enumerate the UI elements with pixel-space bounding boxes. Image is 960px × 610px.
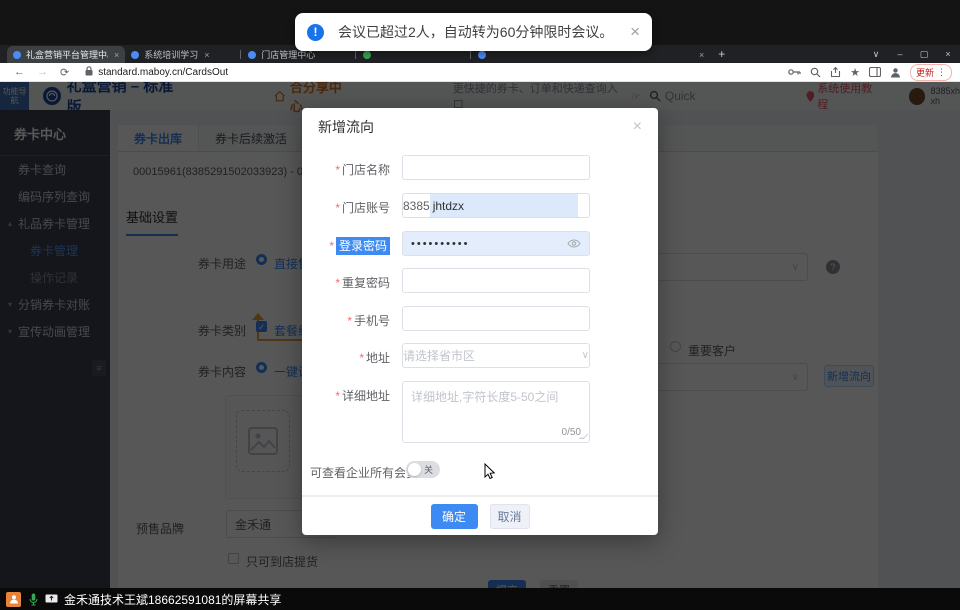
detail-address-textarea[interactable]: 详细地址,字符长度5-50之间 0/50 <box>402 381 590 443</box>
char-counter: 0/50 <box>562 427 581 438</box>
side-panel-icon[interactable] <box>869 67 881 77</box>
mouse-cursor <box>484 463 496 480</box>
password-dots: •••••••••• <box>403 238 470 250</box>
share-bar-text: 金禾通技术王斌18662591081的屏幕共享 <box>64 591 281 608</box>
notification-text: 会议已超过2人，自动转为60分钟限时会议。 <box>338 22 613 42</box>
store-name-input[interactable] <box>402 155 590 180</box>
favicon <box>13 51 21 59</box>
browser-tab-1[interactable]: 礼盒营销平台管理中心 × <box>7 46 125 63</box>
tab-close-icon[interactable]: × <box>114 50 119 60</box>
more-menu-icon[interactable]: ⋮ <box>937 67 946 78</box>
modal-close-icon[interactable]: × <box>633 118 642 136</box>
member-toggle-switch[interactable]: 关 <box>406 461 440 478</box>
window-controls: ∨ – ▢ × <box>864 45 960 63</box>
address-select[interactable]: 请选择省市区 ∨ <box>402 343 590 368</box>
profile-icon[interactable] <box>890 67 901 78</box>
screen-share-bar: 金禾通技术王斌18662591081的屏幕共享 <box>0 588 960 610</box>
favicon <box>478 51 486 59</box>
notification-close-icon[interactable]: × <box>630 22 640 42</box>
share-avatar-icon <box>6 592 21 607</box>
repeat-password-label: *重复密码 <box>280 274 390 291</box>
chevron-down-icon: ∨ <box>582 350 589 361</box>
repeat-password-input[interactable] <box>402 268 590 293</box>
zoom-icon[interactable] <box>810 67 821 78</box>
detail-address-placeholder: 详细地址,字符长度5-50之间 <box>411 390 558 404</box>
url-text[interactable]: standard.maboy.cn/CardsOut <box>98 67 228 78</box>
chrome-update-button[interactable]: 更新 ⋮ <box>910 64 952 81</box>
window-close-icon[interactable]: × <box>936 45 960 63</box>
browser-tab-2[interactable]: 系统培训学习 × <box>125 46 239 63</box>
account-prefix: 8385 <box>403 199 430 213</box>
phone-label: *手机号 <box>280 312 390 329</box>
window-minimize-icon[interactable]: – <box>888 45 912 63</box>
modal-header: 新增流向 × <box>302 108 658 146</box>
meeting-notification: ! 会议已超过2人，自动转为60分钟限时会议。 × <box>295 13 652 51</box>
microphone-icon <box>29 593 38 606</box>
screen-share-icon <box>45 594 58 604</box>
detail-address-label: *详细地址 <box>280 387 390 404</box>
favicon <box>248 51 256 59</box>
info-icon: ! <box>307 24 324 41</box>
account-value: jhtdzx <box>430 194 578 217</box>
share-icon[interactable] <box>830 67 841 78</box>
account-input[interactable]: 8385 jhtdzx <box>402 193 590 218</box>
browser-url-bar: ← → ⟳ standard.maboy.cn/CardsOut ★ 更新 ⋮ <box>0 63 960 82</box>
modal-footer: 确定 取消 <box>302 495 658 535</box>
eye-icon[interactable] <box>567 237 581 251</box>
modal-title: 新增流向 <box>318 117 374 137</box>
account-label: *门店账号 <box>280 199 390 216</box>
phone-input[interactable] <box>402 306 590 331</box>
password-input[interactable]: •••••••••• <box>402 231 590 256</box>
favicon <box>363 51 371 59</box>
add-flow-modal: 新增流向 × *门店名称 *门店账号 8385 jhtdzx *登录密码 •••… <box>302 108 658 535</box>
member-toggle-label: 可查看企业所有会员 <box>310 464 418 481</box>
bookmark-star-icon[interactable]: ★ <box>850 66 860 79</box>
forward-icon[interactable]: → <box>37 66 48 78</box>
store-name-label: *门店名称 <box>280 161 390 178</box>
confirm-button[interactable]: 确定 <box>431 504 478 529</box>
back-icon[interactable]: ← <box>14 66 25 78</box>
new-tab-button[interactable]: + <box>718 47 725 61</box>
favicon <box>131 51 139 59</box>
key-icon[interactable] <box>788 67 801 77</box>
tab-close-icon[interactable]: × <box>699 50 704 60</box>
switch-knob <box>408 463 421 476</box>
reload-icon[interactable]: ⟳ <box>60 66 69 79</box>
cancel-button[interactable]: 取消 <box>490 504 530 529</box>
window-menu-icon[interactable]: ∨ <box>864 45 888 63</box>
address-placeholder: 请选择省市区 <box>403 347 475 364</box>
address-label: *地址 <box>280 349 390 366</box>
switch-off-label: 关 <box>424 463 433 476</box>
lock-icon <box>85 63 93 81</box>
window-maximize-icon[interactable]: ▢ <box>912 45 936 63</box>
tab-close-icon[interactable]: × <box>204 50 209 60</box>
password-label: *登录密码 <box>280 237 390 254</box>
